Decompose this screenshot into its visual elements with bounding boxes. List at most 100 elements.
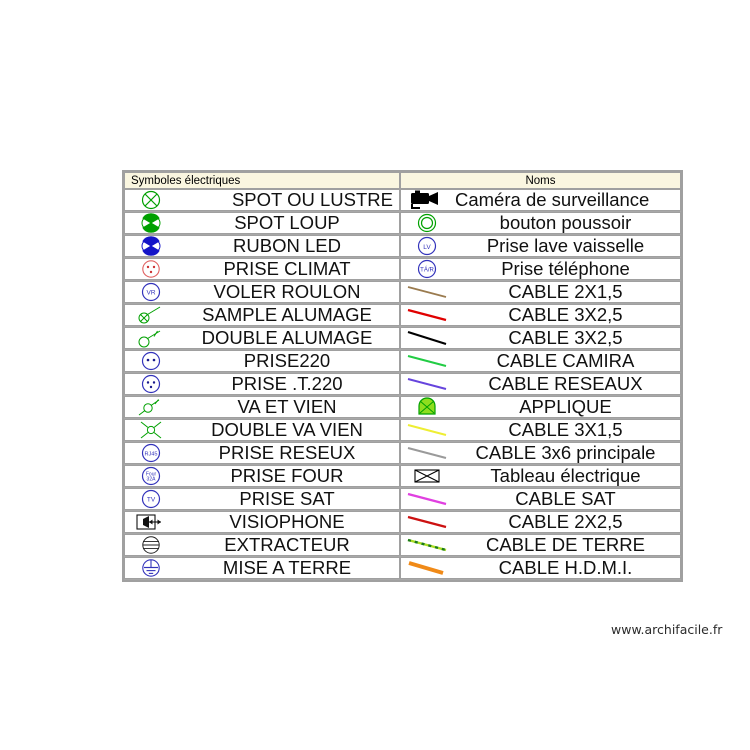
cable-reseaux-icon — [401, 373, 453, 395]
legend-label-right: bouton poussoir — [499, 212, 632, 233]
legend-label-right: Tableau électrique — [490, 465, 641, 486]
legend-label-left: PRISE220 — [243, 350, 331, 371]
legend-cell-right: Tableau électrique — [400, 465, 681, 487]
cable-sat-icon — [401, 488, 453, 510]
applique-icon — [401, 396, 453, 418]
legend-cell-right: CABLE 3X1,5 — [400, 419, 681, 441]
legend-label-right: Caméra de surveillance — [455, 189, 650, 210]
legend-cell-left: DOUBLE VA VIEN — [124, 419, 400, 441]
table-row: VISIOPHONE CABLE 2X2,5 — [124, 511, 681, 533]
sample-alumage-icon — [125, 304, 177, 326]
spot-loup-icon — [125, 212, 177, 234]
prise-lv-label: LV — [423, 244, 431, 251]
table-row: VR VOLER ROULON CABLE 2X1,5 — [124, 281, 681, 303]
legend-label-left: EXTRACTEUR — [224, 534, 350, 555]
double-va-vien-icon — [125, 419, 177, 441]
legend-label-left: SPOT OU LUSTRE — [231, 189, 393, 210]
prise-reseux-icon: RJ45 — [125, 442, 177, 464]
legend-label-right: CABLE SAT — [515, 488, 616, 509]
legend-label-left: DOUBLE ALUMAGE — [201, 327, 373, 348]
legend-cell-left: SPOT LOUP — [124, 212, 400, 234]
table-row: RJ45 PRISE RESEUX CABLE 3x6 principale — [124, 442, 681, 464]
legend-label-left: PRISE FOUR — [230, 465, 344, 486]
legend-cell-left: RUBON LED — [124, 235, 400, 257]
legend-label-right: CABLE 3x6 principale — [475, 442, 656, 463]
legend-label-right: CABLE H.D.M.I. — [498, 557, 633, 578]
prise-four-icon: Four 32A — [125, 465, 177, 487]
table-row: EXTRACTEUR CABLE DE TERRE — [124, 534, 681, 556]
legend-cell-left: EXTRACTEUR — [124, 534, 400, 556]
legend-cell-right: CABLE 2X2,5 — [400, 511, 681, 533]
legend-label-right: CABLE 2X2,5 — [508, 511, 623, 532]
visiophone-icon — [125, 511, 177, 533]
voler-roulon-label: VR — [146, 290, 155, 297]
legend-label-right: CABLE DE TERRE — [485, 534, 645, 555]
legend-label-right: Prise téléphone — [501, 258, 630, 279]
legend-cell-right: CABLE SAT — [400, 488, 681, 510]
legend-cell-left: PRISE CLIMAT — [124, 258, 400, 280]
legend-label-left: SPOT LOUP — [234, 212, 340, 233]
legend-label-left: VOLER ROULON — [213, 281, 361, 302]
double-alumage-icon — [125, 327, 177, 349]
voler-roulon-icon: VR — [125, 281, 177, 303]
cable-2x2-5-icon — [401, 511, 453, 533]
legend-cell-left: SAMPLE ALUMAGE — [124, 304, 400, 326]
table-row: MISE A TERRE CABLE H.D.M.I. — [124, 557, 681, 579]
legend-label-right: Prise lave vaisselle — [486, 235, 645, 256]
legend-cell-right: CABLE 2X1,5 — [400, 281, 681, 303]
legend-cell-right: CABLE 3x6 principale — [400, 442, 681, 464]
legend-cell-left: VA ET VIEN — [124, 396, 400, 418]
bouton-poussoir-icon — [401, 212, 453, 234]
legend-label-left: PRISE SAT — [239, 488, 335, 509]
cable-camira-icon — [401, 350, 453, 372]
legend-label-left: MISE A TERRE — [222, 557, 352, 578]
table-row: SPOT LOUP bouton poussoir — [124, 212, 681, 234]
prise220-icon — [125, 350, 177, 372]
va-et-vien-icon — [125, 396, 177, 418]
legend-label-right: APPLIQUE — [519, 396, 612, 417]
cable-3x1-5-icon — [401, 419, 453, 441]
spot-ou-lustre-icon — [125, 189, 177, 211]
legend-cell-left: SPOT OU LUSTRE — [124, 189, 400, 211]
header-cell-symboles: Symboles électriques — [124, 172, 400, 189]
legend-label-left: PRISE CLIMAT — [223, 258, 351, 279]
legend-cell-left: MISE A TERRE — [124, 557, 400, 579]
legend-cell-left: RJ45 PRISE RESEUX — [124, 442, 400, 464]
prise-telephone-icon: TÁ/R — [401, 258, 453, 280]
legend-label-left: SAMPLE ALUMAGE — [202, 304, 372, 325]
legend-cell-right: TÁ/R Prise téléphone — [400, 258, 681, 280]
prise-climat-icon — [125, 258, 177, 280]
rubon-led-icon — [125, 235, 177, 257]
legend-cell-left: VISIOPHONE — [124, 511, 400, 533]
legend-label-right: CABLE 2X1,5 — [508, 281, 623, 302]
legend-label-left: VA ET VIEN — [237, 396, 337, 417]
legend-cell-right: CABLE DE TERRE — [400, 534, 681, 556]
cable-de-terre-icon — [401, 534, 453, 556]
legend-cell-right: CABLE CAMIRA — [400, 350, 681, 372]
legend-label-left: PRISE .T.220 — [231, 373, 343, 394]
table-row: RUBON LED LV Prise lave vaisselle — [124, 235, 681, 257]
legend-cell-right: CABLE 3X2,5 — [400, 304, 681, 326]
legend-cell-left: TV PRISE SAT — [124, 488, 400, 510]
header-cell-noms: Noms — [400, 172, 681, 189]
cable-2x1-5-icon — [401, 281, 453, 303]
electrical-symbols-legend-table: Symboles électriques Noms SPOT OU LUSTRE… — [122, 170, 683, 582]
table-row: DOUBLE ALUMAGE CABLE 3X2,5 — [124, 327, 681, 349]
extracteur-icon — [125, 534, 177, 556]
legend-cell-left: DOUBLE ALUMAGE — [124, 327, 400, 349]
prise-tel-label: TÁ/R — [420, 267, 434, 274]
legend-cell-right: CABLE 3X2,5 — [400, 327, 681, 349]
legend-label-right: CABLE 3X2,5 — [508, 327, 623, 348]
legend-cell-right: LV Prise lave vaisselle — [400, 235, 681, 257]
tableau-electrique-icon — [401, 465, 453, 487]
table-row: DOUBLE VA VIEN CABLE 3X1,5 — [124, 419, 681, 441]
legend-label-left: RUBON LED — [233, 235, 341, 256]
table-row: PRISE CLIMAT TÁ/R Prise téléphone — [124, 258, 681, 280]
legend-cell-left: PRISE .T.220 — [124, 373, 400, 395]
cable-3x6-principale-icon — [401, 442, 453, 464]
legend-label-right: CABLE CAMIRA — [496, 350, 635, 371]
legend-label-left: PRISE RESEUX — [218, 442, 356, 463]
legend-label-right: CABLE RESEAUX — [488, 373, 643, 394]
prise-sat-icon: TV — [125, 488, 177, 510]
camera-surveillance-icon — [401, 189, 453, 211]
